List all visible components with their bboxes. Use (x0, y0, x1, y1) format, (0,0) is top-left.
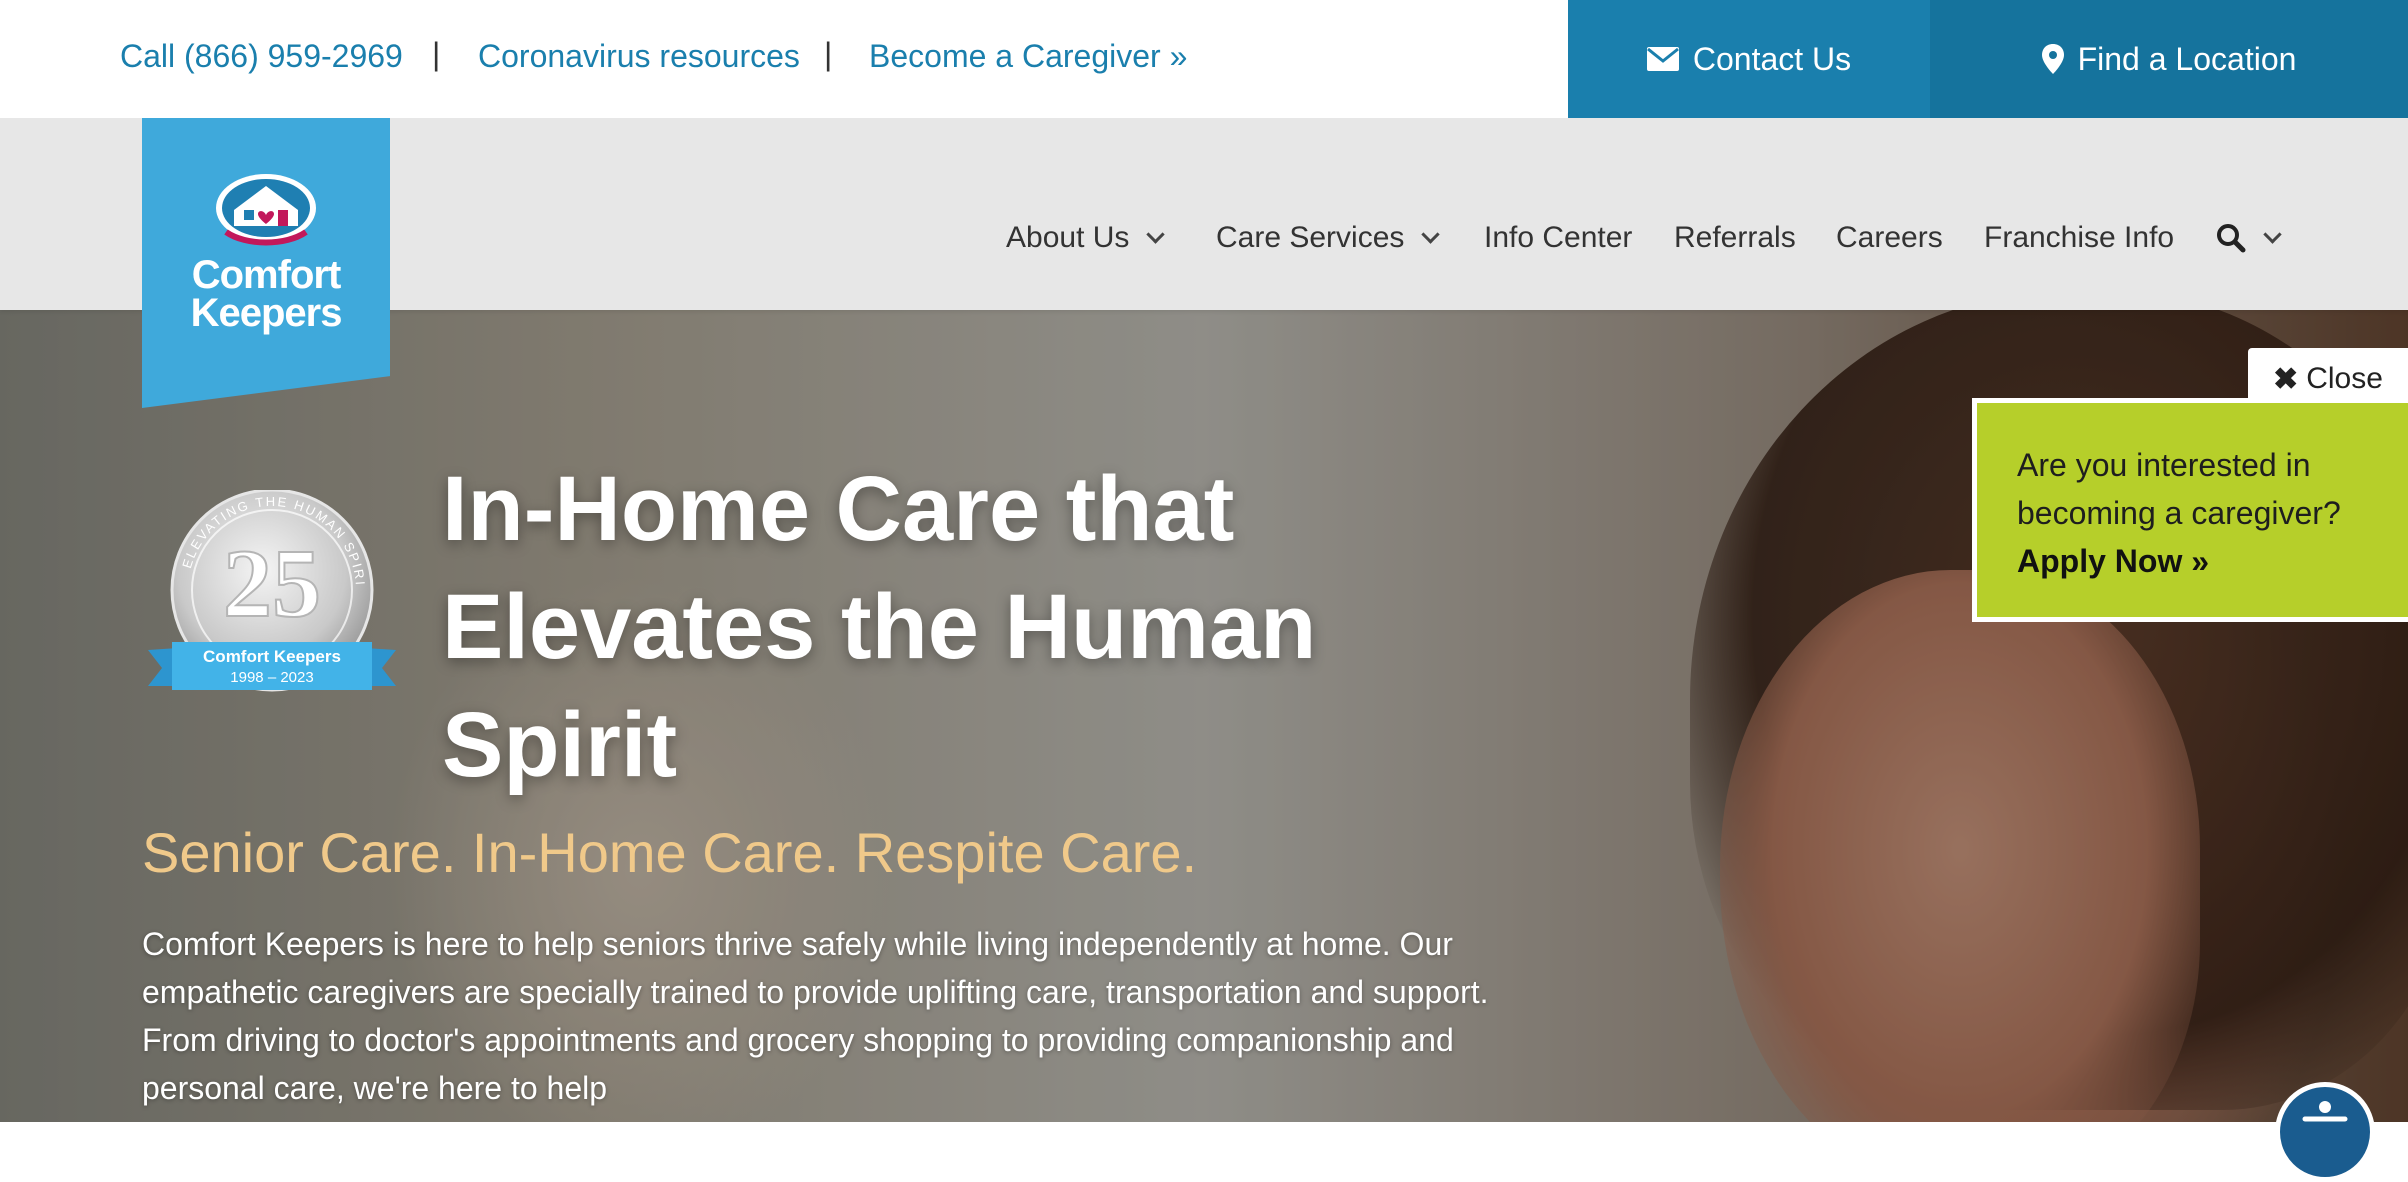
nav-label: Referrals (1674, 221, 1796, 254)
close-icon: ✖ (2273, 362, 2299, 396)
nav-info-center[interactable]: Info Center (1484, 218, 1632, 258)
accessibility-icon (2302, 1101, 2348, 1122)
close-label: Close (2306, 362, 2383, 395)
utility-bar: Call (866) 959-2969 | Coronavirus resour… (0, 0, 2408, 118)
home-heart-icon (216, 174, 316, 246)
become-caregiver-link[interactable]: Become a Caregiver » (869, 38, 1187, 75)
nav-referrals[interactable]: Referrals (1674, 218, 1796, 258)
nav-label: Careers (1836, 221, 1943, 254)
apply-now-link[interactable]: Apply Now » (2017, 537, 2397, 585)
search-icon (2217, 224, 2246, 253)
popup-question: Are you interested in becoming a caregiv… (2017, 447, 2341, 531)
contact-us-button[interactable]: Contact Us (1568, 0, 1930, 118)
anniversary-badge: ELEVATING THE HUMAN SPIRIT 25 Comfort Ke… (148, 490, 396, 692)
coronavirus-resources-link[interactable]: Coronavirus resources (478, 38, 800, 75)
nav-care-services[interactable]: Care Services (1216, 218, 1441, 258)
contact-us-label: Contact Us (1692, 40, 1852, 77)
phone-link[interactable]: Call (866) 959-2969 (120, 38, 403, 75)
envelope-icon (1646, 47, 1679, 71)
chevron-down-icon (1146, 224, 1166, 244)
nav-careers[interactable]: Careers (1836, 218, 1943, 258)
hero-body-text: Comfort Keepers is here to help seniors … (142, 926, 1489, 1106)
badge-name: Comfort Keepers (203, 647, 341, 666)
hero-title: In-Home Care that Elevates the Human Spi… (442, 458, 1317, 796)
nav-label: Info Center (1484, 221, 1633, 254)
badge-number: 25 (223, 530, 321, 638)
map-pin-icon (2041, 44, 2064, 74)
hero-subtitle: Senior Care. In-Home Care. Respite Care. (142, 821, 1198, 884)
logo-line-1: Comfort (191, 253, 342, 297)
separator: | (432, 36, 441, 72)
accessibility-button[interactable] (2275, 1082, 2375, 1182)
caregiver-popup: Are you interested in becoming a caregiv… (1972, 398, 2408, 622)
find-location-label: Find a Location (2077, 40, 2297, 77)
nav-franchise-info[interactable]: Franchise Info (1984, 218, 2174, 258)
nav-label: About Us (1006, 221, 1130, 254)
chevron-down-icon (1421, 224, 1441, 244)
chevron-down-icon (2263, 224, 2282, 244)
separator: | (824, 36, 833, 72)
find-location-button[interactable]: Find a Location (1930, 0, 2408, 118)
nav-about-us[interactable]: About Us (1006, 218, 1166, 258)
nav-label: Care Services (1216, 221, 1405, 254)
logo-line-2: Keepers (190, 291, 343, 335)
comfort-keepers-logo[interactable]: Comfort Keepers (142, 118, 390, 408)
nav-label: Franchise Info (1984, 221, 2175, 254)
search-toggle[interactable] (2216, 218, 2282, 258)
badge-years: 1998 – 2023 (230, 669, 313, 686)
logo-wordmark: Comfort Keepers (142, 253, 390, 335)
